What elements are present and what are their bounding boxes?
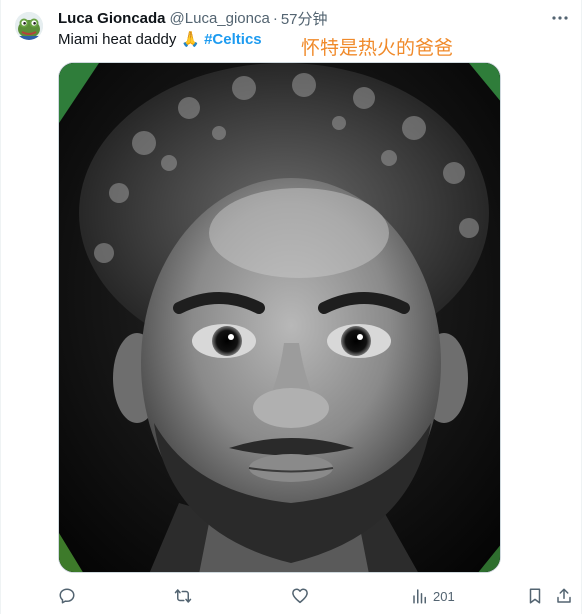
overlay-caption: 怀特是热火的爸爸 [301, 37, 454, 59]
avatar[interactable] [15, 12, 43, 40]
retweet-button[interactable] [173, 584, 193, 608]
player-portrait-image [59, 63, 500, 572]
more-icon [552, 16, 568, 20]
tweet-header: Luca Gioncada @Luca_gionca · 57分钟 [58, 8, 328, 28]
tweet-card[interactable]: Luca Gioncada @Luca_gionca · 57分钟 Miami … [0, 0, 582, 614]
author-handle[interactable]: @Luca_gionca [170, 10, 270, 27]
more-options-button[interactable] [549, 7, 571, 29]
tweet-text: Miami heat daddy 🙏 #Celtics [58, 30, 262, 49]
reply-button[interactable] [58, 584, 76, 608]
share-icon [557, 588, 571, 603]
views-icon [413, 589, 426, 604]
pray-emoji: 🙏 [181, 31, 201, 48]
bookmark-icon [529, 588, 541, 604]
reply-icon [59, 588, 75, 604]
like-button[interactable] [291, 584, 309, 608]
views-count: 201 [433, 588, 455, 604]
tweet-action-bar: 201 [1, 584, 582, 608]
frog-avatar-icon [15, 12, 43, 40]
bookmark-button[interactable] [526, 584, 544, 608]
tweet-timestamp[interactable]: 57分钟 [281, 8, 328, 29]
like-icon [292, 588, 308, 604]
tweet-body-text: Miami heat daddy [58, 30, 177, 48]
share-button[interactable] [555, 584, 573, 608]
hashtag-link[interactable]: #Celtics [204, 31, 262, 48]
separator-dot: · [272, 9, 278, 27]
tweet-media-photo[interactable] [58, 62, 501, 573]
views-button[interactable]: 201 [411, 584, 455, 608]
author-display-name[interactable]: Luca Gioncada [58, 10, 166, 27]
retweet-icon [174, 589, 192, 603]
